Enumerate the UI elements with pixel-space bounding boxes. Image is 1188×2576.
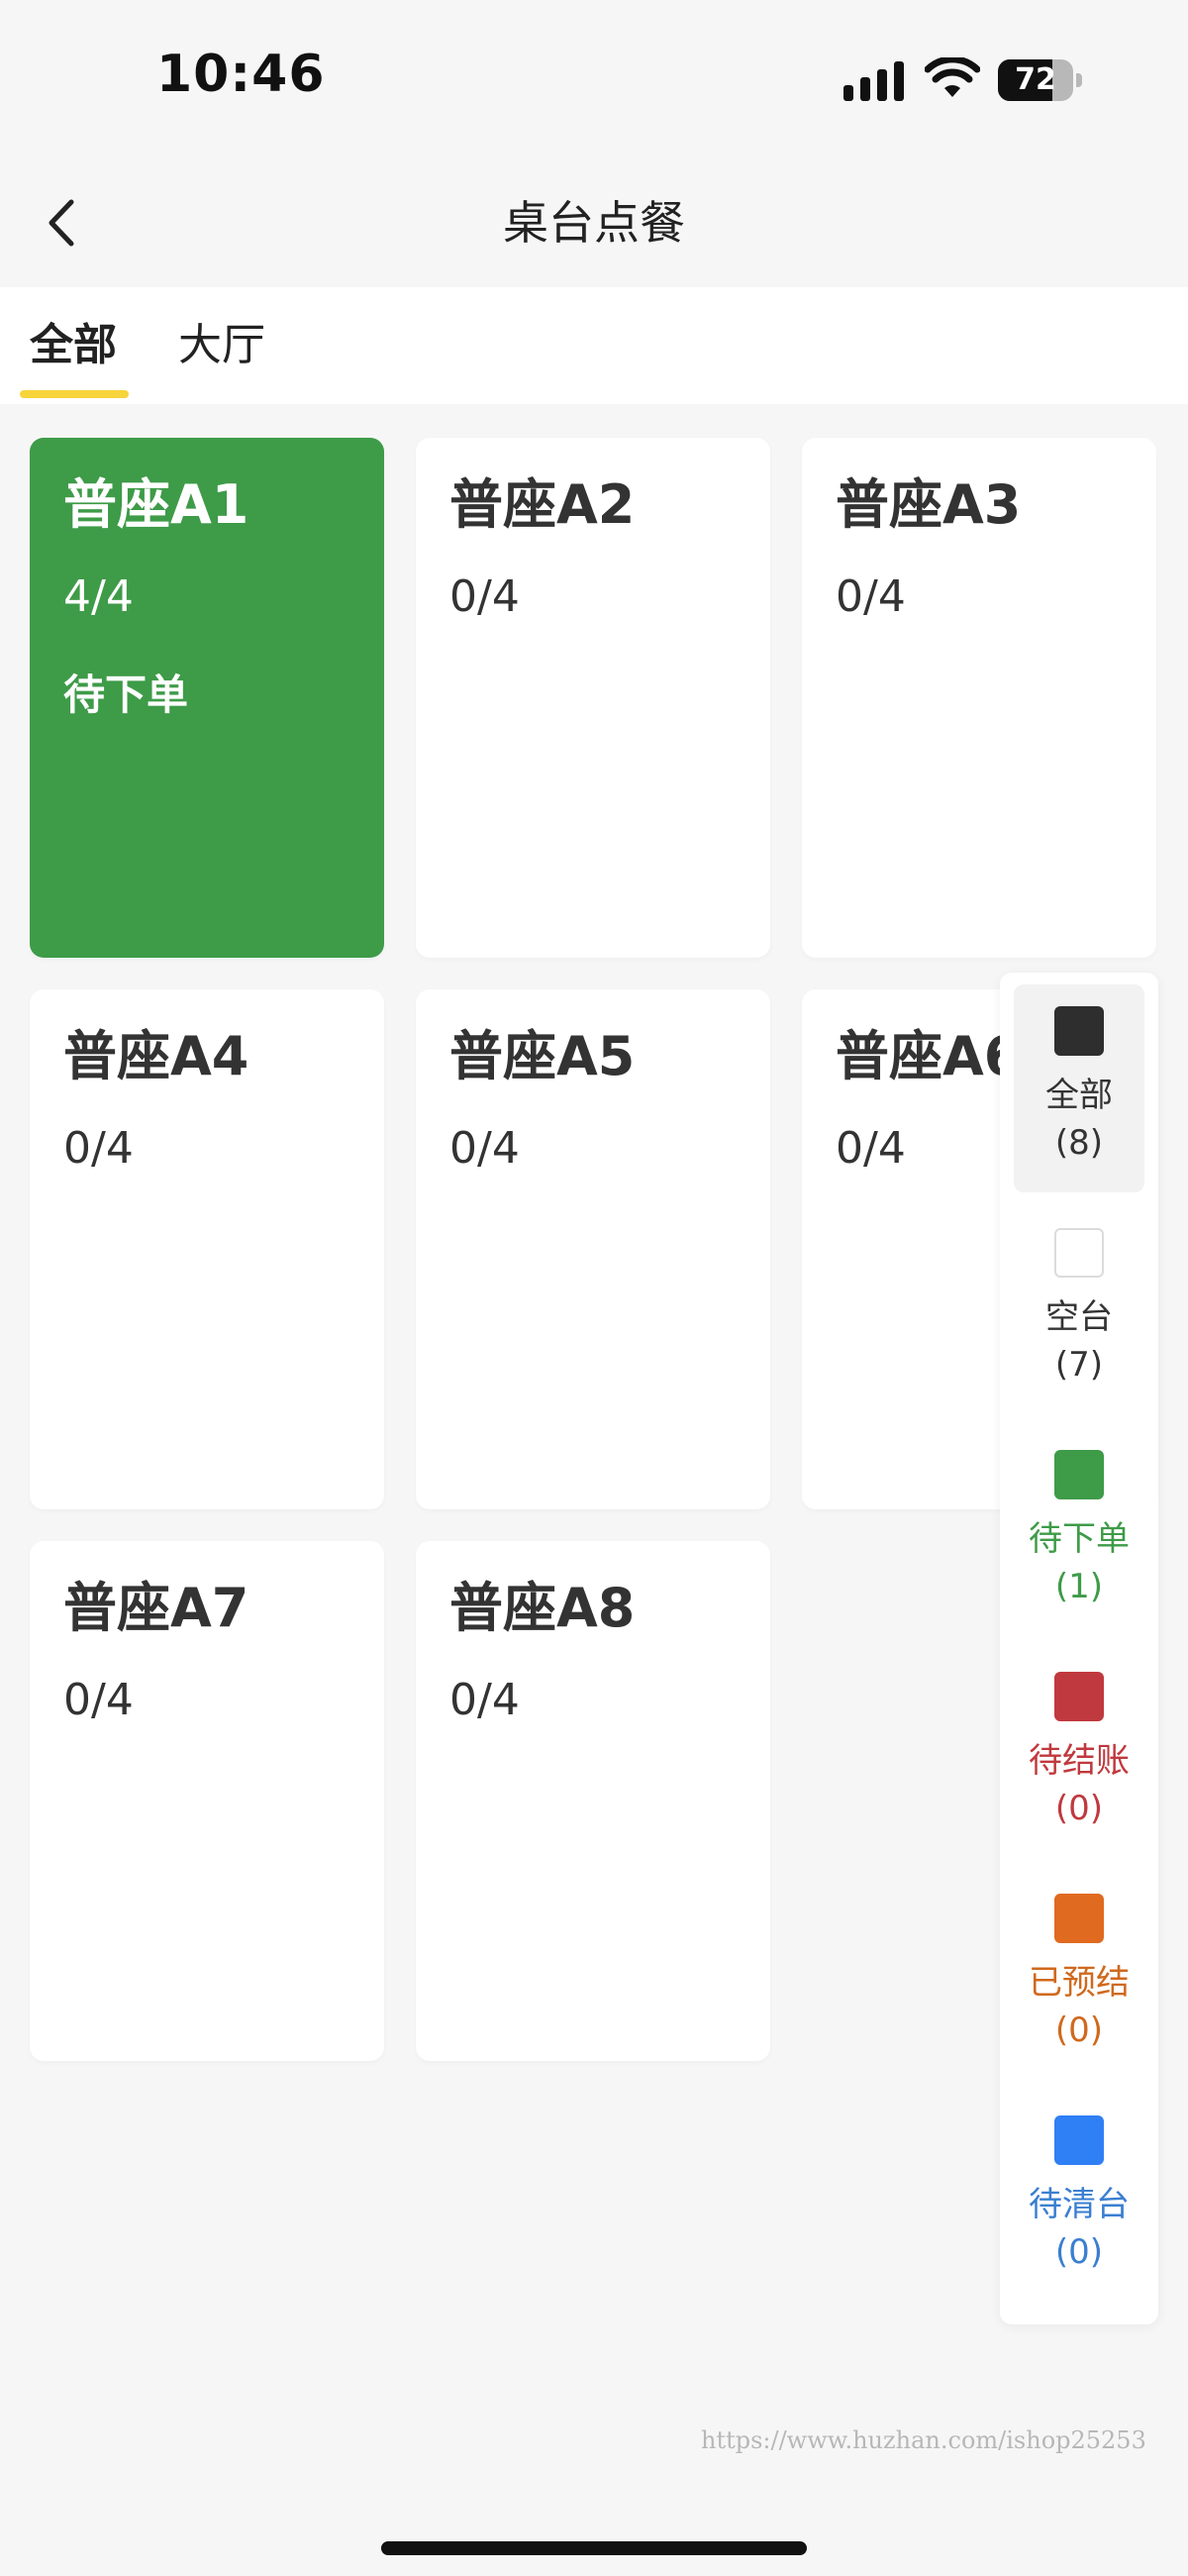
- filter-pending-order[interactable]: 待下单 (1): [1014, 1428, 1144, 1636]
- watermark: https://www.huzhan.com/ishop25253: [701, 2426, 1146, 2454]
- status-swatch: [1054, 2115, 1104, 2165]
- table-card-a7[interactable]: 普座A7 0/4: [30, 1541, 384, 2061]
- status-swatch: [1054, 1894, 1104, 1943]
- status-swatch: [1054, 1006, 1104, 1056]
- home-indicator[interactable]: [381, 2541, 807, 2555]
- table-name: 普座A8: [449, 1577, 636, 1639]
- status-swatch: [1054, 1672, 1104, 1721]
- page-title: 桌台点餐: [503, 196, 685, 250]
- table-card-a1[interactable]: 普座A1 4/4 待下单: [30, 438, 384, 958]
- wifi-icon: [925, 57, 980, 97]
- filter-label: 全部 (8): [1045, 1076, 1113, 1163]
- status-swatch: [1054, 1228, 1104, 1278]
- filter-label: 待结账 (0): [1029, 1741, 1130, 1828]
- table-card-a8[interactable]: 普座A8 0/4: [416, 1541, 770, 2061]
- filter-empty[interactable]: 空台 (7): [1014, 1206, 1144, 1414]
- table-seat-count: 0/4: [449, 1123, 520, 1175]
- battery-level: 72: [1015, 62, 1056, 97]
- area-tabs: 全部 大厅: [0, 287, 1188, 404]
- filter-pending-payment[interactable]: 待结账 (0): [1014, 1650, 1144, 1858]
- tab-all[interactable]: 全部: [30, 287, 117, 404]
- table-name: 普座A2: [449, 473, 636, 536]
- table-seat-count: 0/4: [449, 571, 520, 623]
- table-name: 普座A5: [449, 1025, 636, 1087]
- battery-icon: 72: [998, 59, 1082, 101]
- filter-pending-clear[interactable]: 待清台 (0): [1014, 2094, 1144, 2302]
- table-name: 普座A3: [836, 473, 1022, 536]
- filter-label: 待下单 (1): [1029, 1519, 1130, 1606]
- nav-bar: 桌台点餐: [0, 158, 1188, 287]
- filter-all[interactable]: 全部 (8): [1014, 984, 1144, 1192]
- table-name: 普座A4: [63, 1025, 249, 1087]
- filter-label: 已预结 (0): [1029, 1963, 1130, 2050]
- signal-icon: [843, 61, 904, 101]
- table-card-a2[interactable]: 普座A2 0/4: [416, 438, 770, 958]
- filter-label: 空台 (7): [1045, 1297, 1113, 1385]
- table-name: 普座A7: [63, 1577, 249, 1639]
- table-name: 普座A1: [63, 473, 249, 536]
- table-seat-count: 0/4: [836, 571, 906, 623]
- table-card-a4[interactable]: 普座A4 0/4: [30, 989, 384, 1509]
- table-seat-count: 0/4: [63, 1123, 134, 1175]
- status-swatch: [1054, 1450, 1104, 1499]
- table-status: 待下单: [63, 670, 189, 720]
- chevron-left-icon: [49, 199, 74, 247]
- filter-pre-settled[interactable]: 已预结 (0): [1014, 1872, 1144, 2080]
- back-button[interactable]: [30, 188, 99, 258]
- status-bar: 10:46 72: [0, 0, 1188, 158]
- filter-label: 待清台 (0): [1029, 2185, 1130, 2272]
- table-seat-count: 0/4: [449, 1675, 520, 1726]
- tab-active-indicator: [20, 390, 129, 398]
- table-card-a5[interactable]: 普座A5 0/4: [416, 989, 770, 1509]
- table-seat-count: 0/4: [63, 1675, 134, 1726]
- table-card-a3[interactable]: 普座A3 0/4: [802, 438, 1156, 958]
- status-time: 10:46: [156, 45, 326, 104]
- status-filter-legend: 全部 (8) 空台 (7) 待下单 (1) 待结账 (0) 已预结 (0) 待清台 (0): [1000, 973, 1158, 2324]
- tab-hall[interactable]: 大厅: [178, 287, 265, 404]
- table-seat-count: 4/4: [63, 571, 134, 623]
